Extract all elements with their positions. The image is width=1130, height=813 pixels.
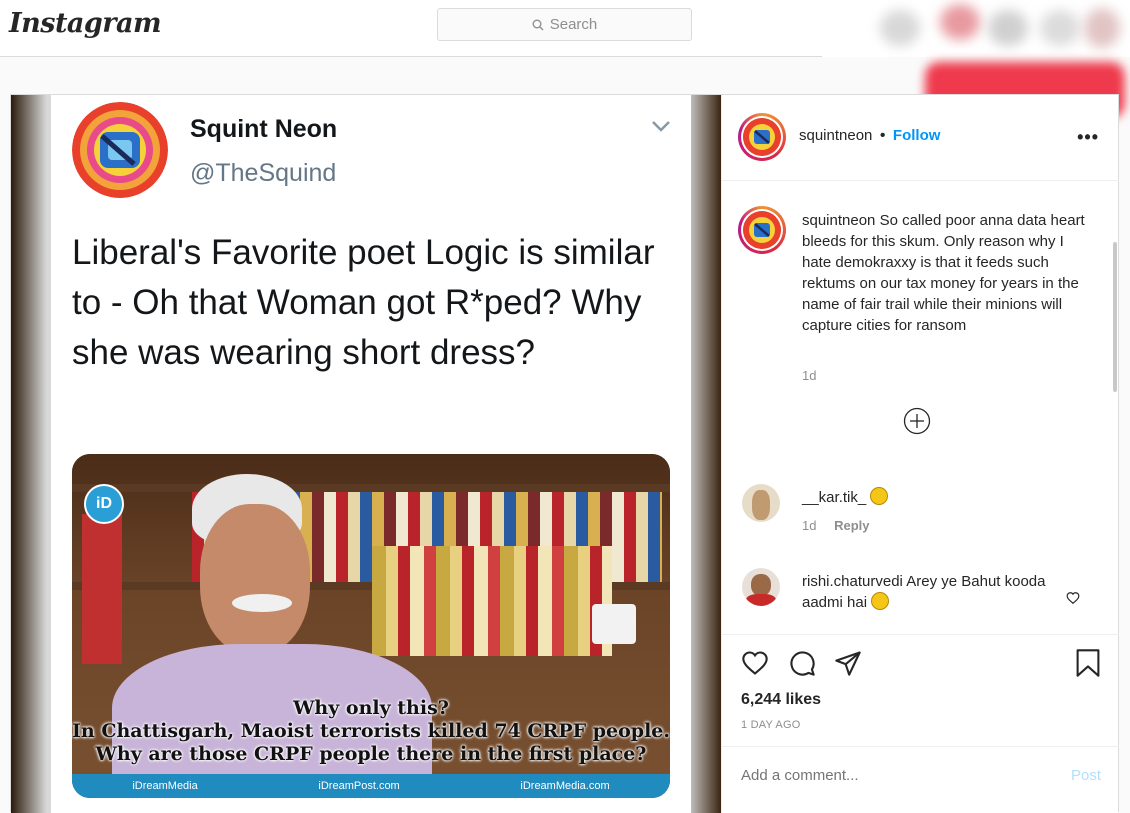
direct-icon[interactable] [940, 4, 980, 40]
add-comment-input[interactable] [741, 763, 1041, 787]
image-footer-strip: iDreamMedia iDreamPost.com iDreamMedia.c… [72, 774, 670, 798]
tweet-image: iD Why only this? In Chattisgarh, Maoist… [72, 454, 670, 798]
smiling-face-emoji-icon [870, 487, 889, 505]
tweet-avatar [72, 102, 168, 198]
top-navigation-bar: Instagram Search [0, 0, 1130, 57]
chevron-down-icon [652, 121, 670, 132]
image-caption-line3: Why are those CRPF people there in the f… [95, 743, 647, 765]
like-heart-icon[interactable] [740, 649, 770, 677]
comment-bubble-icon[interactable] [788, 649, 816, 677]
comment-text-block: __kar.tik_ [802, 487, 889, 508]
expressionless-face-emoji-icon [871, 592, 890, 610]
comment-avatar[interactable] [742, 484, 780, 522]
post-date[interactable]: 1 DAY AGO [741, 719, 800, 731]
person-face [200, 504, 310, 654]
post-media[interactable]: Squint Neon @TheSquind Liberal's Favorit… [11, 95, 721, 813]
more-options-icon[interactable]: ••• [1077, 127, 1099, 148]
home-icon[interactable] [880, 10, 920, 46]
add-comment-bar: Post [722, 746, 1119, 813]
comments-scrollbar[interactable] [1113, 242, 1117, 392]
follow-button[interactable]: Follow [893, 127, 941, 144]
save-bookmark-icon[interactable] [1074, 648, 1102, 678]
post-actions: 6,244 likes 1 DAY AGO [722, 634, 1119, 749]
tweet-text: Liberal's Favorite poet Logic is similar… [72, 233, 655, 372]
tweet-author-handle: @TheSquind [190, 159, 337, 187]
comment-username[interactable]: rishi.chaturvedi [802, 573, 903, 590]
tweet-screenshot: Squint Neon @TheSquind Liberal's Favorit… [51, 95, 691, 813]
comment-username[interactable]: __kar.tik_ [802, 489, 866, 506]
post-header: squintneon • Follow ••• [722, 95, 1119, 181]
caption-text: So called poor anna data heart bleeds fo… [802, 212, 1085, 334]
load-more-comments-icon[interactable] [903, 407, 931, 435]
mug [592, 604, 636, 644]
profile-avatar[interactable] [1084, 8, 1120, 48]
post-comment-button[interactable]: Post [1071, 767, 1101, 784]
comments-section[interactable]: squintneon So called poor anna data hear… [722, 182, 1119, 634]
author-username[interactable]: squintneon [799, 127, 872, 144]
comment-like-heart-icon[interactable] [1066, 591, 1080, 605]
caption-time[interactable]: 1d [802, 368, 816, 383]
caption-username[interactable]: squintneon [802, 212, 875, 229]
comment-avatar[interactable] [742, 568, 780, 606]
explore-icon[interactable] [988, 10, 1028, 46]
comment-text-block: rishi.chaturvedi Arey ye Bahut kooda aad… [802, 573, 1046, 611]
likes-count[interactable]: 6,244 likes [741, 691, 821, 709]
share-paper-plane-icon[interactable] [834, 649, 862, 677]
image-caption-line2: In Chattisgarh, Maoist terrorists killed… [72, 720, 670, 742]
idream-logo: iD [84, 484, 124, 524]
search-icon [532, 19, 544, 30]
post-side-panel: squintneon • Follow ••• squintneon So ca… [721, 95, 1119, 813]
nav-icons-blurred [822, 0, 1130, 57]
caption-avatar[interactable] [738, 206, 786, 254]
search-box[interactable]: Search [437, 8, 692, 41]
bookshelf-books-bottom [372, 546, 612, 656]
search-placeholder: Search [549, 16, 598, 33]
image-caption-line1: Why only this? [293, 697, 449, 719]
reply-button[interactable]: Reply [834, 518, 869, 533]
tweet-author-name: Squint Neon [190, 115, 338, 143]
activity-icon[interactable] [1040, 10, 1080, 46]
instagram-logo[interactable]: Instagram [9, 8, 162, 39]
comment-time[interactable]: 1d [802, 518, 816, 533]
post-card: Squint Neon @TheSquind Liberal's Favorit… [10, 94, 1119, 813]
author-avatar[interactable] [738, 113, 786, 161]
caption-text-block: squintneon So called poor anna data hear… [802, 210, 1087, 336]
